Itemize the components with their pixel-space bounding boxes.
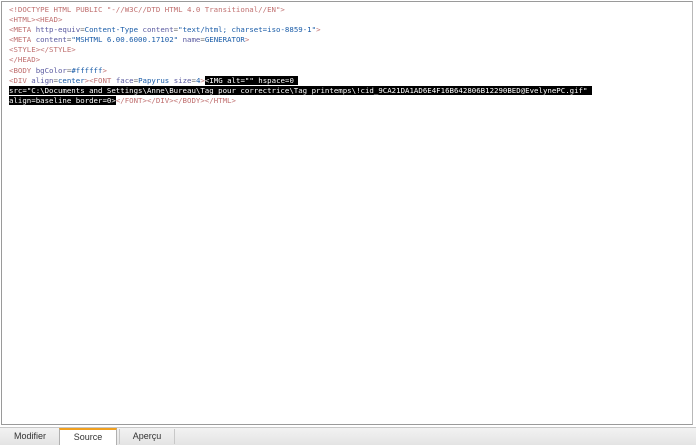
code-token: name bbox=[182, 35, 201, 45]
code-line: <STYLE></STYLE> bbox=[9, 45, 688, 55]
code-token: center bbox=[57, 75, 85, 85]
code-token: <DIV bbox=[9, 75, 32, 85]
code-token: > bbox=[102, 65, 107, 75]
tab-modifier[interactable]: Modifier bbox=[3, 429, 57, 444]
source-code-area[interactable]: <!DOCTYPE HTML PUBLIC "-//W3C//DTD HTML … bbox=[9, 5, 688, 106]
code-line: <DIV align=center><FONT face=Papyrus siz… bbox=[9, 75, 688, 86]
code-token: align bbox=[31, 75, 54, 85]
code-token: "text/html; charset=iso-8859-1" bbox=[178, 25, 317, 35]
code-token: <META bbox=[9, 25, 36, 35]
code-token: size bbox=[173, 75, 192, 85]
code-line: </HEAD> bbox=[9, 55, 688, 65]
code-token: "MSHTML 6.00.6000.17102" bbox=[71, 35, 183, 45]
code-token: bgColor bbox=[35, 65, 67, 75]
code-token: > bbox=[316, 25, 321, 35]
selected-code-token: border bbox=[75, 95, 103, 105]
code-token: <!DOCTYPE HTML PUBLIC "-//W3C//DTD HTML … bbox=[9, 5, 285, 14]
selected-code-token: baseline bbox=[35, 95, 76, 105]
selected-code-token: align bbox=[9, 95, 32, 105]
code-token: > bbox=[244, 35, 250, 45]
code-token: Content-Type bbox=[84, 25, 143, 35]
code-token: <BODY bbox=[9, 65, 36, 75]
code-token: Papyrus bbox=[138, 75, 174, 85]
source-editor[interactable]: <!DOCTYPE HTML PUBLIC "-//W3C//DTD HTML … bbox=[1, 1, 693, 425]
code-line: <BODY bgColor=#ffffff> bbox=[9, 66, 688, 76]
code-token: <META bbox=[9, 35, 36, 45]
selected-code-token: src bbox=[9, 85, 23, 95]
code-line: <META content="MSHTML 6.00.6000.17102" n… bbox=[9, 35, 688, 45]
tab-apercu[interactable]: Aperçu bbox=[119, 429, 175, 444]
code-token: content bbox=[142, 25, 174, 35]
code-token: face bbox=[115, 75, 134, 85]
code-token: <HTML><HEAD> bbox=[9, 15, 63, 25]
selected-code-token: hspace bbox=[258, 75, 285, 85]
code-token: GENERATOR bbox=[204, 35, 245, 45]
selected-code-token: alt bbox=[227, 75, 241, 85]
selected-code-token: "C:\Documents and Settings\Anne\Bureau\T… bbox=[26, 85, 592, 95]
selected-code-token: <IMG bbox=[204, 75, 228, 85]
code-line: <!DOCTYPE HTML PUBLIC "-//W3C//DTD HTML … bbox=[9, 5, 688, 15]
code-token: </FONT></DIV></BODY></HTML> bbox=[115, 95, 236, 105]
code-token: #ffffff bbox=[71, 65, 103, 75]
selected-code-token: "" bbox=[244, 75, 259, 85]
selected-code-token: 0 bbox=[289, 75, 299, 85]
view-tab-bar: Modifier Source Aperçu bbox=[0, 427, 696, 445]
code-token: <STYLE></STYLE> bbox=[9, 45, 76, 55]
code-token: ><FONT bbox=[84, 75, 116, 85]
code-token: http-equiv bbox=[35, 25, 81, 35]
tab-source[interactable]: Source bbox=[59, 428, 117, 445]
code-line: <HTML><HEAD> bbox=[9, 15, 688, 25]
code-token: content bbox=[35, 35, 67, 45]
code-line: align=baseline border=0></FONT></DIV></B… bbox=[9, 95, 688, 106]
code-line: src="C:\Documents and Settings\Anne\Bure… bbox=[9, 85, 688, 96]
code-line: <META http-equiv=Content-Type content="t… bbox=[9, 25, 688, 35]
code-token: </HEAD> bbox=[9, 55, 41, 65]
